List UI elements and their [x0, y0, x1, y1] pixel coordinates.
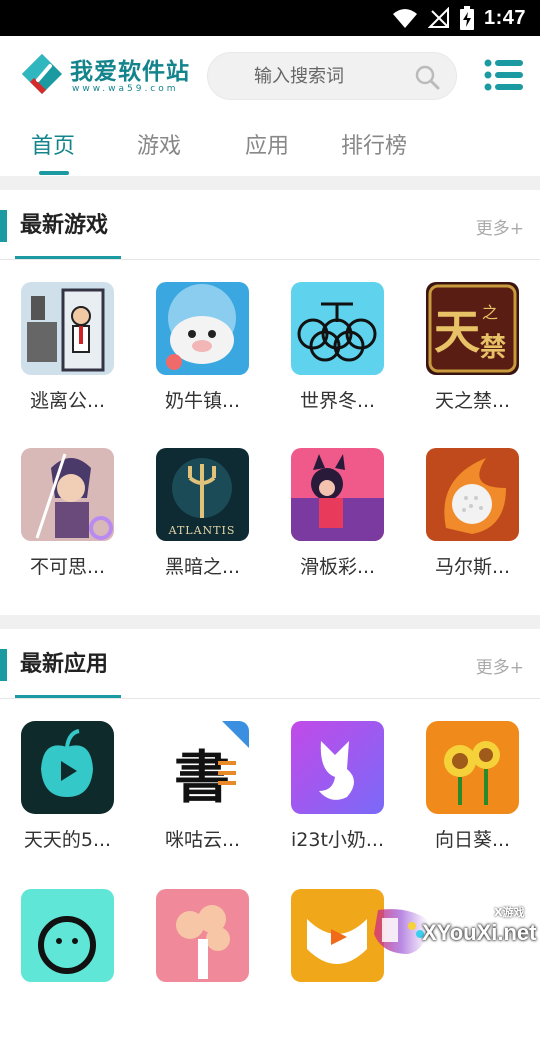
list-item[interactable]: 逃离公...	[0, 282, 135, 448]
migu-cloud-icon: 書	[156, 721, 249, 814]
search-input[interactable]	[228, 53, 408, 99]
wifi-icon	[392, 9, 417, 28]
more-apps-link[interactable]: 更多+	[476, 653, 524, 678]
item-label: 向日葵...	[434, 829, 511, 851]
smiley-icon	[21, 889, 114, 982]
list-item[interactable]: 天天的5...	[0, 721, 135, 887]
item-label: i23t小奶...	[290, 829, 385, 851]
list-item[interactable]: 不可思...	[0, 448, 135, 614]
search-icon[interactable]	[414, 64, 440, 90]
svg-text:書: 書	[174, 745, 230, 811]
item-label: 天之禁...	[434, 390, 511, 412]
cow-town-icon	[156, 282, 249, 375]
section-marker	[0, 210, 7, 242]
list-item[interactable]	[0, 889, 135, 1055]
apple-play-icon	[21, 721, 114, 814]
nav-tabs: 首页 游戏 应用 排行榜	[0, 116, 540, 176]
watermark-text: XYouXi.net	[422, 920, 537, 945]
tab-rankings[interactable]: 排行榜	[341, 128, 407, 160]
atlantis-trident-icon: ATLANTIS	[156, 448, 249, 541]
olympic-bike-icon	[291, 282, 384, 375]
golf-ball-fire-icon	[426, 448, 519, 541]
watermark: X游戏 XYouXi.net	[368, 898, 540, 960]
tianzhijin-icon: 天之禁	[426, 282, 519, 375]
menu-icon[interactable]	[484, 57, 524, 93]
tab-apps[interactable]: 应用	[245, 128, 289, 160]
status-bar: 1:47	[0, 0, 540, 36]
more-games-link[interactable]: 更多+	[476, 214, 524, 239]
divider	[0, 176, 540, 190]
tab-home[interactable]: 首页	[31, 128, 75, 160]
site-logo[interactable]: 我爱软件站 www.wa59.com	[20, 52, 200, 100]
list-item[interactable]: i23t小奶...	[270, 721, 405, 887]
list-item[interactable]	[135, 889, 270, 1055]
list-item[interactable]: 書 咪咕云...	[135, 721, 270, 887]
section-header-apps: 最新应用 更多+	[0, 629, 540, 699]
logo-url: www.wa59.com	[72, 84, 179, 94]
list-item[interactable]: 滑板彩...	[270, 448, 405, 614]
sunflower-icon	[426, 721, 519, 814]
list-item[interactable]: 世界冬...	[270, 282, 405, 448]
item-label: 不可思...	[29, 556, 106, 578]
item-label: 滑板彩...	[299, 556, 376, 578]
tab-indicator	[39, 171, 69, 175]
section-underline	[15, 695, 121, 698]
pink-tree-icon	[156, 889, 249, 982]
list-item[interactable]: 天之禁 天之禁...	[405, 282, 540, 448]
section-underline	[15, 256, 121, 259]
watermark-label: X游戏	[494, 906, 525, 919]
svg-text:ATLANTIS: ATLANTIS	[168, 524, 236, 537]
section-title: 最新应用	[20, 652, 109, 677]
item-label: 世界冬...	[299, 390, 376, 412]
search-box[interactable]	[207, 52, 457, 100]
logo-icon	[22, 54, 62, 94]
list-item[interactable]: 马尔斯...	[405, 448, 540, 614]
item-label: 黑暗之...	[164, 556, 241, 578]
item-label: 咪咕云...	[164, 829, 241, 851]
list-item[interactable]: 奶牛镇...	[135, 282, 270, 448]
section-title: 最新游戏	[20, 213, 109, 238]
logo-text: 我爱软件站	[70, 58, 190, 85]
office-escape-icon	[21, 282, 114, 375]
header: 我爱软件站 www.wa59.com	[0, 36, 540, 116]
fox-icon	[291, 721, 384, 814]
list-item[interactable]: 向日葵...	[405, 721, 540, 887]
skateboard-girl-icon	[291, 448, 384, 541]
svg-text:天: 天	[434, 305, 480, 359]
divider	[0, 615, 540, 629]
sword-girl-icon	[21, 448, 114, 541]
clock: 1:47	[483, 6, 526, 29]
games-grid: 逃离公... 奶牛镇... 世界冬... 天之禁 天之禁... 不可思... A…	[0, 282, 540, 602]
item-label: 奶牛镇...	[164, 390, 241, 412]
no-signal-icon	[427, 7, 449, 28]
section-marker	[0, 649, 7, 681]
item-label: 天天的5...	[23, 829, 112, 851]
item-label: 逃离公...	[29, 390, 106, 412]
tab-games[interactable]: 游戏	[137, 128, 181, 160]
svg-text:之: 之	[482, 303, 498, 322]
item-label: 马尔斯...	[434, 556, 511, 578]
svg-text:禁: 禁	[480, 333, 506, 363]
battery-charging-icon	[459, 6, 474, 30]
list-item[interactable]: ATLANTIS 黑暗之...	[135, 448, 270, 614]
section-header-games: 最新游戏 更多+	[0, 190, 540, 260]
